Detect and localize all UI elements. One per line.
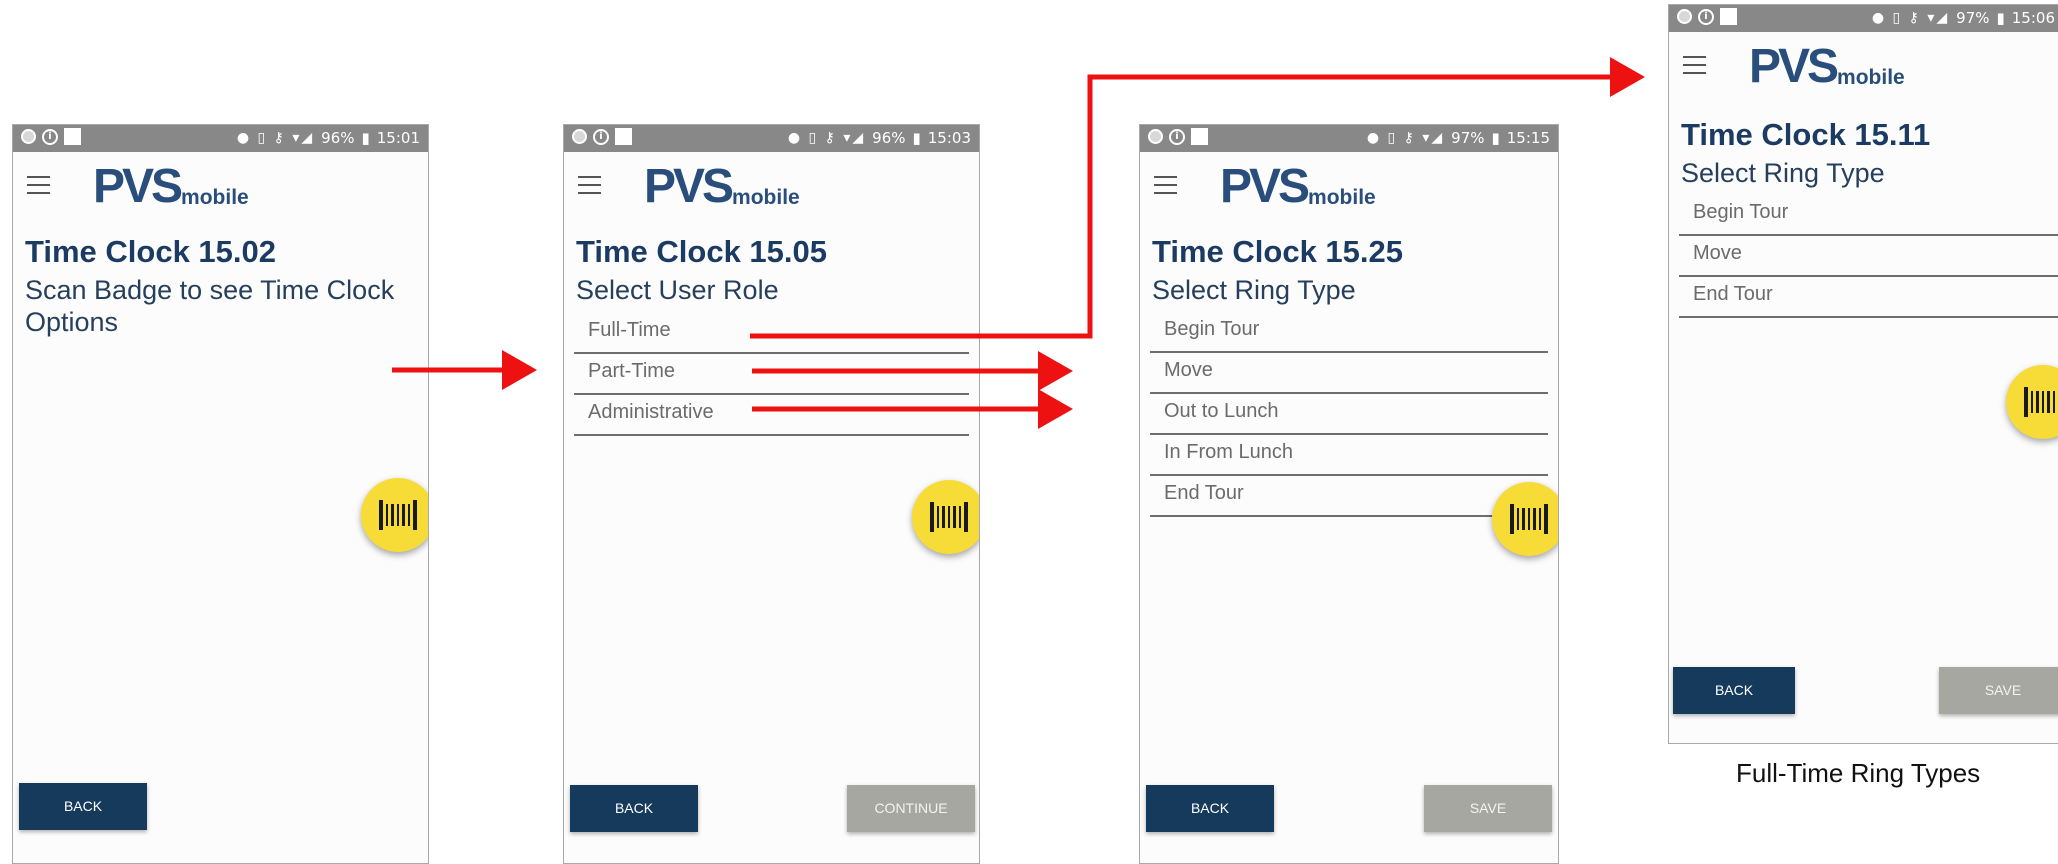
figure-caption: Full-Time Ring Types xyxy=(1736,758,1981,788)
arrow-full-time-to-full-time-ring-types xyxy=(750,57,1645,339)
flow-arrows xyxy=(392,57,1645,429)
